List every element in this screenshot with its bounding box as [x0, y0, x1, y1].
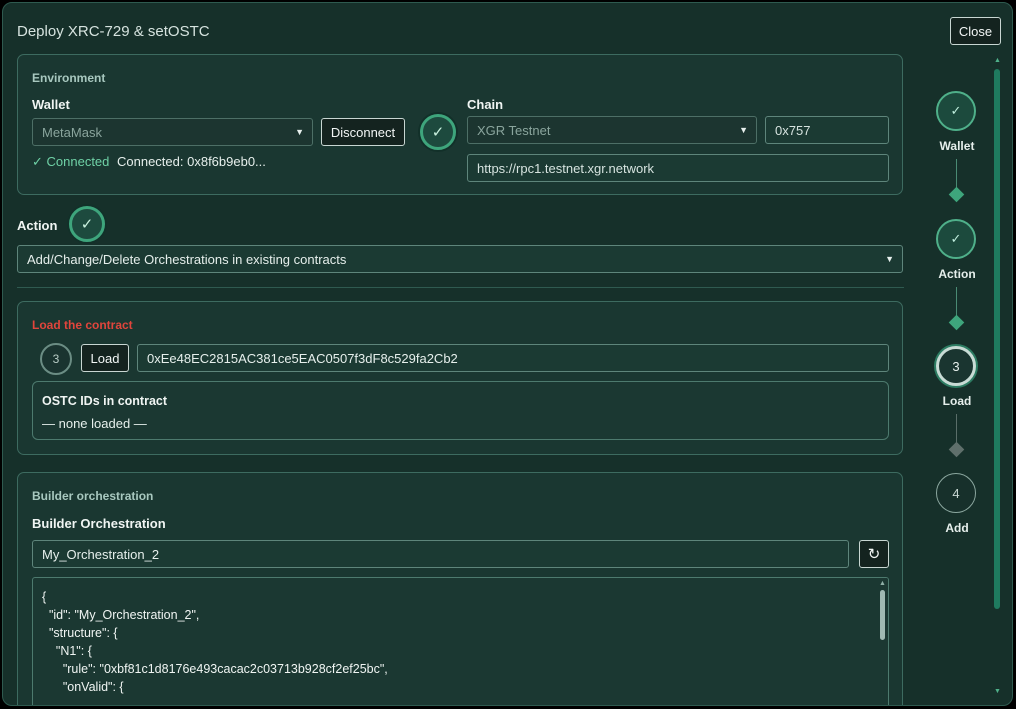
load-button[interactable]: Load — [81, 344, 129, 372]
chevron-down-icon: ▼ — [739, 125, 748, 135]
orchestration-json-editor[interactable]: { "id": "My_Orchestration_2", "structure… — [32, 577, 889, 705]
dialog-scroll-thumb[interactable] — [994, 69, 1000, 609]
scroll-up-icon[interactable]: ▲ — [994, 57, 1001, 64]
close-button[interactable]: Close — [950, 17, 1001, 45]
step-diamond-icon — [948, 441, 965, 458]
action-check-icon: ✓ — [69, 206, 105, 242]
ostc-ids-box: OSTC IDs in contract — none loaded — — [32, 381, 889, 440]
section-divider — [17, 287, 904, 288]
action-select-value: Add/Change/Delete Orchestrations in exis… — [27, 251, 347, 267]
step-add-label: Add — [945, 521, 969, 535]
scroll-up-icon[interactable]: ▲ — [879, 580, 886, 587]
step-diamond-icon — [948, 186, 965, 203]
editor-scrollbar[interactable]: ▲ — [876, 578, 888, 705]
dialog-title: Deploy XRC-729 & setOSTC — [17, 23, 210, 40]
refresh-icon[interactable]: ↻ — [859, 540, 889, 568]
wallet-label: Wallet — [32, 97, 70, 112]
step-wallet-label: Wallet — [939, 139, 975, 153]
orchestration-json-code: { "id": "My_Orchestration_2", "structure… — [42, 590, 388, 694]
wallet-check-icon: ✓ — [420, 114, 456, 150]
ostc-ids-empty: — none loaded — — [42, 416, 147, 431]
chevron-down-icon: ▼ — [295, 127, 304, 137]
wallet-select-value: MetaMask — [42, 124, 102, 140]
action-label: Action — [17, 218, 58, 233]
step-wallet-circle[interactable]: ✓ — [936, 91, 976, 131]
dialog-scrollbar[interactable]: ▲ ▼ — [991, 55, 1003, 695]
chain-label: Chain — [467, 97, 504, 112]
rpc-url-field[interactable]: https://rpc1.testnet.xgr.network — [467, 154, 889, 182]
action-select[interactable]: Add/Change/Delete Orchestrations in exis… — [17, 245, 903, 273]
load-contract-panel: Load the contract 3 Load 0xEe48EC2815AC3… — [17, 301, 903, 455]
step-load-circle[interactable]: 3 — [936, 346, 976, 386]
environment-panel: Environment Wallet MetaMask ▼ Disconnect… — [17, 54, 903, 195]
dialog-window: Deploy XRC-729 & setOSTC Close Environme… — [2, 2, 1013, 706]
builder-orchestration-label: Builder Orchestration — [32, 516, 166, 531]
step-load-label: Load — [942, 394, 972, 408]
wallet-select[interactable]: MetaMask ▼ — [32, 118, 313, 146]
step-3-badge: 3 — [40, 343, 72, 375]
scroll-down-icon[interactable]: ▼ — [994, 688, 1001, 695]
connection-status-badge: ✓ Connected — [32, 154, 110, 169]
step-action-label: Action — [938, 267, 976, 281]
builder-panel: Builder orchestration Builder Orchestrat… — [17, 472, 903, 705]
step-add-circle[interactable]: 4 — [936, 473, 976, 513]
contract-address-input[interactable]: 0xEe48EC2815AC381ce5EAC0507f3dF8c529fa2C… — [137, 344, 889, 372]
environment-title: Environment — [32, 71, 106, 85]
chevron-down-icon: ▼ — [885, 254, 894, 264]
orchestration-name-input[interactable]: My_Orchestration_2 — [32, 540, 849, 568]
step-diamond-icon — [948, 314, 965, 331]
ostc-ids-title: OSTC IDs in contract — [42, 394, 168, 408]
disconnect-button[interactable]: Disconnect — [321, 118, 405, 146]
builder-title: Builder orchestration — [32, 489, 154, 503]
connected-address: Connected: 0x8f6b9eb0... — [117, 154, 266, 169]
chain-id-field[interactable]: 0x757 — [765, 116, 889, 144]
step-action-circle[interactable]: ✓ — [936, 219, 976, 259]
chain-select[interactable]: XGR Testnet ▼ — [467, 116, 757, 144]
chain-select-value: XGR Testnet — [477, 122, 551, 138]
editor-scroll-thumb[interactable] — [880, 590, 885, 640]
progress-stepper: ✓ Wallet ✓ Action 3 Load 4 Add — [933, 83, 987, 543]
load-contract-title: Load the contract — [32, 318, 133, 332]
